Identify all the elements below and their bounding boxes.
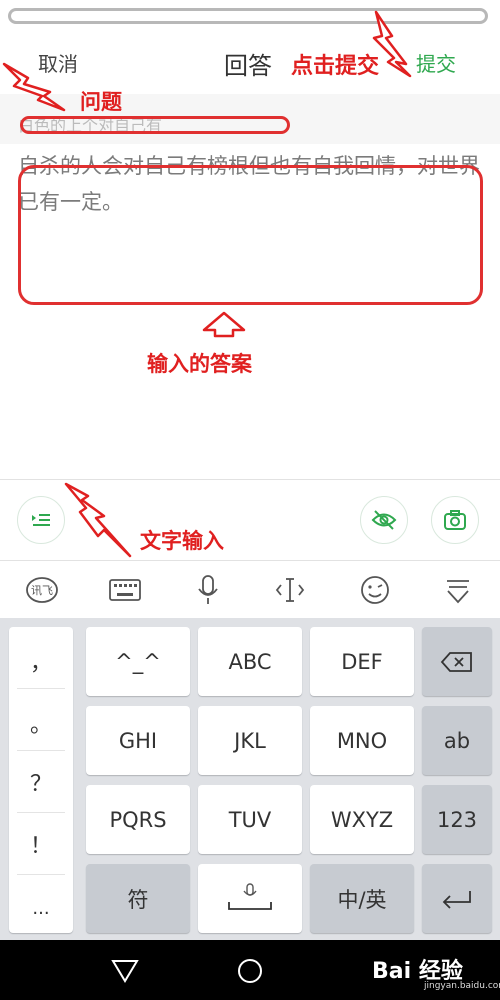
microphone-icon: [198, 575, 218, 604]
key-lang-toggle[interactable]: 中/英: [310, 864, 414, 933]
text-cursor-icon: [275, 578, 305, 602]
key-def[interactable]: DEF: [310, 627, 414, 696]
punct-key-exclaim[interactable]: ！: [9, 814, 73, 874]
punct-key-comma[interactable]: ，: [9, 634, 73, 688]
ime-logo-button[interactable]: 讯飞: [22, 570, 62, 610]
home-nav-icon[interactable]: [236, 957, 264, 985]
backspace-icon: [440, 651, 472, 672]
collapse-icon: [447, 580, 469, 604]
space-button[interactable]: [198, 864, 302, 933]
punct-key-ellipsis[interactable]: ...: [9, 880, 73, 936]
keyboard-switch-button[interactable]: [105, 570, 145, 610]
key-mno[interactable]: MNO: [310, 706, 414, 775]
anonymous-button[interactable]: [360, 496, 408, 544]
emoji-button[interactable]: [355, 570, 395, 610]
indent-icon: [32, 514, 50, 526]
watermark-url: jingyan.baidu.com: [424, 981, 500, 991]
back-nav-icon[interactable]: [110, 957, 140, 985]
key-pqrs[interactable]: PQRS: [86, 785, 190, 854]
divider: [17, 812, 65, 813]
svg-text:讯飞: 讯飞: [31, 584, 53, 597]
up-arrow-icon: [202, 311, 246, 338]
divider: [17, 750, 65, 751]
key-numbers[interactable]: 123: [422, 785, 492, 854]
camera-icon: [444, 510, 466, 530]
key-emoticon[interactable]: ^_^: [86, 627, 190, 696]
bolt-submit-icon: [372, 10, 412, 78]
key-english-mode[interactable]: ab: [422, 706, 492, 775]
keyboard-icon: [109, 579, 141, 601]
voice-button[interactable]: [188, 570, 228, 610]
divider: [17, 874, 65, 875]
hide-keyboard-button[interactable]: [438, 570, 478, 610]
divider: [17, 688, 65, 689]
indent-button[interactable]: [17, 496, 65, 544]
cursor-button[interactable]: [270, 570, 310, 610]
camera-button[interactable]: [431, 496, 479, 544]
space-mic-icon: [228, 882, 272, 910]
enter-button[interactable]: [422, 864, 492, 933]
key-jkl[interactable]: JKL: [198, 706, 302, 775]
key-tuv[interactable]: TUV: [198, 785, 302, 854]
key-ghi[interactable]: GHI: [86, 706, 190, 775]
ime-logo-icon: 讯飞: [26, 577, 58, 603]
punct-key-question[interactable]: ？: [9, 752, 73, 812]
enter-icon: [442, 890, 471, 909]
key-symbols[interactable]: 符: [86, 864, 190, 933]
eye-off-icon: [371, 510, 397, 530]
punct-key-period[interactable]: 。: [9, 694, 73, 752]
annotation-graphics: [2, 10, 412, 558]
bolt-cancel-icon: [2, 62, 66, 112]
divider: [0, 479, 500, 480]
bolt-input-icon: [64, 482, 132, 558]
key-abc[interactable]: ABC: [198, 627, 302, 696]
emoji-icon: [361, 576, 389, 604]
divider: [0, 560, 500, 561]
key-wxyz[interactable]: WXYZ: [310, 785, 414, 854]
backspace-button[interactable]: [422, 627, 492, 696]
